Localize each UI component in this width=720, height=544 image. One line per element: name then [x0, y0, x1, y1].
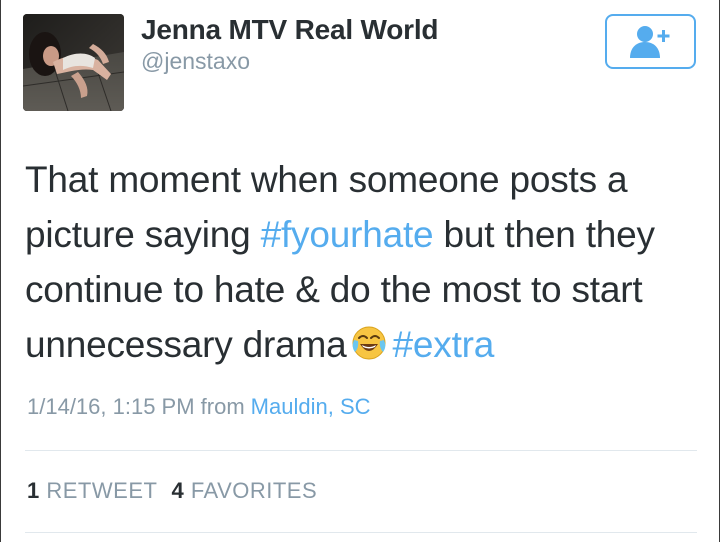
retweets-count: 1: [27, 478, 40, 503]
tweet-card: Jenna MTV Real World @jenstaxo That mome…: [0, 0, 720, 542]
tweet-line: That moment when someone posts a: [25, 159, 628, 200]
tweet-text-segment: picture saying: [25, 214, 261, 255]
tweet-meta: 1/14/16, 1:15 PM from Mauldin, SC: [27, 394, 371, 420]
tears-of-joy-emoji-icon: [351, 321, 387, 376]
user-handle[interactable]: @jenstaxo: [141, 48, 250, 75]
hashtag-link[interactable]: #extra: [393, 324, 495, 365]
retweets-stat[interactable]: 1 RETWEET: [27, 478, 157, 503]
user-avatar[interactable]: [23, 14, 124, 111]
tweet-line: unnecessary drama #extra: [25, 317, 705, 376]
tweet-stats: 1 RETWEET 4 FAVORITES: [27, 478, 317, 504]
favorites-stat[interactable]: 4 FAVORITES: [171, 478, 317, 503]
divider: [25, 450, 697, 451]
tweet-text: That moment when someone posts a picture…: [25, 152, 705, 376]
tweet-line: picture saying #fyourhate but then they: [25, 207, 705, 262]
divider: [25, 532, 697, 533]
timestamp[interactable]: 1/14/16, 1:15 PM from: [27, 394, 245, 419]
retweets-label: RETWEET: [46, 478, 158, 503]
tweet-text-segment: unnecessary drama: [25, 324, 347, 365]
follow-person-plus-icon: [629, 25, 669, 58]
avatar-photo: [23, 14, 124, 111]
follow-button[interactable]: [605, 14, 696, 69]
tweet-text-segment: but then they: [433, 214, 656, 255]
display-name[interactable]: Jenna MTV Real World: [141, 14, 439, 46]
tweet-line: continue to hate & do the most to start: [25, 269, 643, 310]
hashtag-link[interactable]: #fyourhate: [261, 214, 434, 255]
location-link[interactable]: Mauldin, SC: [251, 394, 371, 419]
favorites-count: 4: [171, 478, 185, 503]
favorites-label: FAVORITES: [190, 478, 318, 503]
